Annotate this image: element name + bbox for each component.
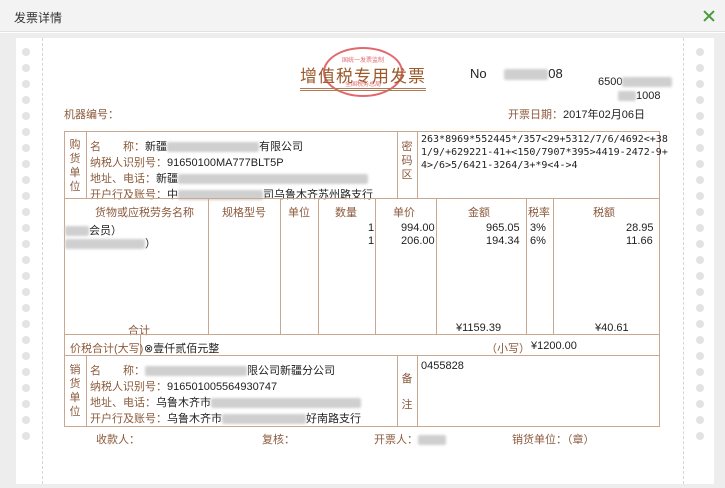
- drawer-label: 开票人：: [374, 434, 418, 446]
- cipher-line-1: 263*8969*552445*/357<29+5312/7/6/4692<+3…: [421, 134, 668, 145]
- invoice-number: No 08: [470, 66, 563, 81]
- item-amount: 194.34: [486, 235, 520, 247]
- col-header-spec: 规格型号: [222, 207, 266, 219]
- cipher-line-2: 1/9/+629221-41+<150/7907*395>4419-2472-9…: [421, 147, 668, 158]
- item-qty: 1: [368, 222, 375, 234]
- buyer-tax-id: 91650100MA777BLT5P: [167, 157, 284, 169]
- grand-total-small-value: ¥1200.00: [531, 340, 577, 352]
- redacted-item-name: [65, 239, 145, 250]
- total-label: 合计: [128, 325, 150, 337]
- redacted-buyer-name: [167, 142, 259, 153]
- redacted-code-part: [618, 91, 636, 102]
- grand-total-label: 价税合计(大写): [70, 343, 144, 355]
- col-header-name: 货物或应税劳务名称: [95, 207, 194, 219]
- window-title: 发票详情: [14, 11, 63, 25]
- total-tax: ¥40.61: [595, 322, 629, 334]
- buyer-name-prefix: 新疆: [145, 141, 167, 153]
- left-perforation: [22, 48, 32, 468]
- item-name: ）: [65, 235, 156, 251]
- buyer-name-suffix: 有限公司: [259, 141, 303, 153]
- close-icon[interactable]: [701, 8, 717, 24]
- item-qty: 1: [368, 235, 375, 247]
- buyer-address-prefix: 新疆: [156, 173, 178, 185]
- item-amount: 965.05: [486, 222, 520, 234]
- seller-stamp-label: 销货单位：（章）: [512, 434, 595, 446]
- buyer-tax-label: 纳税人识别号：: [90, 157, 167, 169]
- col-header-unit: 单位: [288, 207, 310, 219]
- col-header-tax: 税额: [593, 207, 615, 219]
- col-header-amount: 金额: [468, 207, 490, 219]
- left-margin-line: [42, 38, 43, 484]
- item-rate: 6%: [530, 235, 546, 247]
- drawer-field: 开票人：: [374, 431, 446, 447]
- remark-label: 备注: [401, 373, 413, 411]
- invoice-code: 6500: [598, 76, 673, 88]
- seller-address-label: 地址、电话：: [90, 397, 156, 409]
- invoice-title: 增值税专用发票: [300, 62, 426, 91]
- redacted-seller-address: [211, 398, 361, 409]
- redacted-buyer-address: [178, 174, 368, 185]
- grand-total-words: ⊗壹仟贰佰元整: [144, 343, 220, 355]
- invoice-no-label: No: [470, 66, 487, 81]
- redacted-invoice-no: [504, 69, 549, 81]
- invoice-date-label: 开票日期：: [508, 109, 563, 121]
- buyer-address-label: 地址、电话：: [90, 173, 156, 185]
- buyer-bank-prefix: 中: [167, 189, 178, 201]
- item-price: 206.00: [401, 235, 435, 247]
- buyer-bank-row: 开户行及账号：中 司乌鲁木齐苏州路支行: [90, 186, 373, 202]
- seller-name-label: 名 称：: [90, 365, 145, 377]
- redacted-invoice-code: [622, 77, 673, 88]
- buyer-name-label: 名 称：: [90, 141, 145, 153]
- seller-bank-row: 开户行及账号：乌鲁木齐市 好南路支行: [90, 410, 361, 426]
- seller-bank-suffix: 好南路支行: [306, 413, 361, 425]
- invoice-no-value: 08: [548, 66, 563, 81]
- item-price: 994.00: [401, 222, 435, 234]
- payee-label: 收款人：: [96, 434, 140, 446]
- redacted-seller-bank: [222, 414, 306, 425]
- item-tax: 11.66: [626, 235, 653, 247]
- redacted-seller-name: [145, 366, 247, 377]
- right-margin-line: [683, 38, 684, 484]
- invoice-date: 开票日期：2017年02月06日: [508, 106, 645, 122]
- seller-address-prefix: 乌鲁木齐市: [156, 397, 211, 409]
- right-perforation: [696, 48, 706, 468]
- seller-bank-label: 开户行及账号：: [90, 413, 167, 425]
- seller-name-suffix: 限公司新疆分公司: [247, 365, 335, 377]
- redacted-drawer: [418, 435, 446, 446]
- seller-address-row: 地址、电话：乌鲁木齐市: [90, 394, 361, 410]
- buyer-name-row: 名 称：新疆 有限公司: [90, 138, 303, 154]
- buyer-section-label: 购货单位: [69, 139, 81, 193]
- seller-tax-id: 916501005564930747: [167, 381, 278, 393]
- window-titlebar: 发票详情: [0, 0, 725, 32]
- item-tax: 28.95: [626, 222, 654, 234]
- invoice-code-suffix: 1008: [636, 90, 661, 102]
- cipher-label: 密码区: [401, 141, 413, 181]
- col-header-rate: 税率: [528, 207, 550, 219]
- machine-number-label: 机器编号：: [64, 109, 119, 121]
- seller-tax-row: 纳税人识别号：916501005564930747: [90, 378, 277, 394]
- seller-name-row: 名 称： 限公司新疆分公司: [90, 362, 335, 378]
- seller-bank-prefix: 乌鲁木齐市: [167, 413, 222, 425]
- buyer-tax-row: 纳税人识别号：91650100MA777BLT5P: [90, 154, 284, 170]
- col-header-price: 单价: [393, 207, 415, 219]
- total-amount: ¥1159.39: [456, 322, 502, 334]
- seller-tax-label: 纳税人识别号：: [90, 381, 167, 393]
- remark-value: 0455828: [421, 360, 464, 372]
- item-rate: 3%: [530, 222, 546, 234]
- buyer-bank-label: 开户行及账号：: [90, 189, 167, 201]
- invoice-code-prefix: 6500: [598, 76, 623, 88]
- invoice-date-value: 2017年02月06日: [563, 109, 645, 121]
- col-header-qty: 数量: [335, 207, 357, 219]
- invoice-code-line2: 1008: [618, 90, 660, 102]
- seller-section-label: 销货单位: [69, 364, 81, 418]
- cipher-line-3: 4>/6>5/6421-3264/3+*9<4->4: [421, 160, 578, 171]
- grand-total-small-label: （小写）: [486, 343, 530, 355]
- buyer-address-row: 地址、电话：新疆: [90, 170, 368, 186]
- reviewer-label: 复核：: [262, 434, 295, 446]
